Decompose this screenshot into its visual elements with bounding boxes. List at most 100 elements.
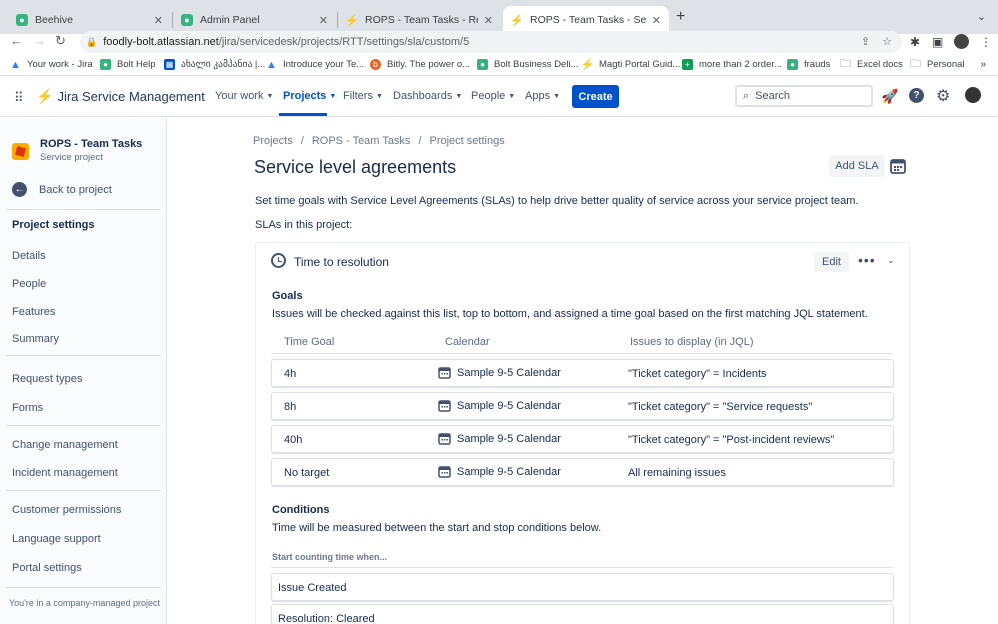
bookmark-label: Personal [927,59,965,70]
user-avatar[interactable] [965,87,981,103]
more-bookmarks-icon[interactable]: » [980,59,986,70]
side-panel-icon[interactable]: ▣ [932,35,943,49]
search-box[interactable]: ⌕ [735,85,873,107]
create-button[interactable]: Create [572,85,619,108]
sidebar-item-change-management[interactable]: Change management [12,439,118,451]
more-options-icon[interactable]: ••• [858,252,876,268]
nav-apps[interactable]: Apps ▼ [525,90,560,102]
close-icon[interactable]: ✕ [652,14,661,27]
breadcrumb-settings[interactable]: Project settings [430,135,505,147]
back-to-project-link[interactable]: ← Back to project [12,182,112,197]
start-condition-row[interactable]: Resolution: Cleared [271,604,894,624]
gear-icon[interactable]: ⚙ [936,86,950,106]
chevron-down-icon: ▼ [455,92,463,100]
bookmark-introduce[interactable]: ▲ Introduce your Te... [266,58,364,71]
breadcrumb-project[interactable]: ROPS - Team Tasks [312,135,411,147]
bookmark-excel-docs[interactable]: 🗀 Excel docs [840,58,903,70]
goal-row[interactable]: No target Sample 9-5 Calendar All remain… [271,458,894,486]
goal-jql: All remaining issues [628,467,726,479]
goal-calendar: Sample 9-5 Calendar [438,432,561,445]
jira-triangle-icon: ▲ [266,58,277,71]
edit-sla-button[interactable]: Edit [814,252,849,272]
bookmark-your-work[interactable]: ▲ Your work - Jira [10,58,93,71]
column-header-calendar: Calendar [445,336,490,348]
bookmark-frauds[interactable]: ● frauds [787,59,830,70]
notifications-rocket-icon[interactable]: 🚀 [881,88,898,105]
close-icon[interactable]: ✕ [154,14,163,27]
project-name[interactable]: ROPS - Team Tasks [40,138,142,150]
extensions-puzzle-icon[interactable]: ✱ [910,35,920,49]
address-bar[interactable]: 🔒 foodly-bolt.atlassian.net/jira/service… [80,31,902,53]
goal-row[interactable]: 4h Sample 9-5 Calendar "Ticket category"… [271,359,894,387]
nav-projects[interactable]: Projects ▼ [283,90,336,102]
goal-calendar: Sample 9-5 Calendar [438,366,561,379]
back-arrow-icon[interactable]: ← [10,33,23,48]
forward-arrow-icon[interactable]: → [33,33,46,48]
location-pin-icon: ● [477,59,488,70]
sidebar-item-forms[interactable]: Forms [12,402,43,414]
jira-bolt-icon: ⚡ [345,14,359,27]
goal-row[interactable]: 8h Sample 9-5 Calendar "Ticket category"… [271,392,894,420]
sidebar-item-people[interactable]: People [12,278,46,290]
calendar-icon[interactable] [889,157,907,175]
product-logo[interactable]: ⚡ Jira Service Management [36,88,205,105]
sidebar-item-incident-management[interactable]: Incident management [12,467,118,479]
breadcrumb-projects[interactable]: Projects [253,135,293,147]
close-icon[interactable]: ✕ [484,14,493,27]
browser-tab-admin-panel[interactable]: ● Admin Panel ✕ [173,6,336,34]
nav-people[interactable]: People ▼ [471,90,515,102]
bookmark-star-icon[interactable]: ☆ [882,35,892,48]
calendar-name: Sample 9-5 Calendar [457,399,561,412]
new-tab-plus-icon[interactable]: + [676,8,685,26]
chevron-down-icon[interactable]: ⌄ [977,10,986,23]
chevron-down-icon[interactable]: ⌄ [887,255,895,266]
bitly-icon: b [370,59,381,70]
nav-filters[interactable]: Filters ▼ [343,90,383,102]
nav-dashboards[interactable]: Dashboards ▼ [393,90,462,102]
sidebar-divider [6,209,161,210]
close-icon[interactable]: ✕ [319,14,328,27]
jira-bolt-icon: ⚡ [580,59,595,71]
browser-tab-request-types[interactable]: ⚡ ROPS - Team Tasks - Request t ✕ [338,6,501,34]
browser-tab-service-level[interactable]: ⚡ ROPS - Team Tasks - Service l ✕ [503,6,669,34]
bookmark-orders[interactable]: + more than 2 order... [682,59,782,70]
sidebar-item-features[interactable]: Features [12,306,55,318]
search-input[interactable] [755,90,856,102]
bookmark-campaign[interactable]: ▦ ახალი კამპანია |... [164,59,265,70]
chevron-down-icon: ▼ [329,92,337,100]
bookmark-bolt-business[interactable]: ● Bolt Business Deli... [477,59,578,70]
help-icon[interactable]: ? [909,88,924,103]
clock-icon [271,253,286,268]
bookmark-personal[interactable]: 🗀 Personal [910,58,965,70]
nav-your-work[interactable]: Your work ▼ [215,90,273,102]
breadcrumb: Projects / ROPS - Team Tasks / Project setti… [253,135,505,147]
goal-jql: "Ticket category" = "Service requests" [628,401,813,413]
browser-tab-beehive[interactable]: ● Beehive ✕ [8,6,171,34]
nav-label: People [471,90,506,102]
sidebar-footer: You're in a company-managed project [9,598,160,608]
sidebar-item-request-types[interactable]: Request types [12,373,82,385]
sidebar-item-details[interactable]: Details [12,250,46,262]
jira-bolt-icon: ⚡ [36,88,54,104]
bookmark-bitly[interactable]: b Bitly. The power o... [370,59,470,70]
goal-time: 4h [284,368,297,380]
bookmark-magti[interactable]: ⚡ Magti Portal Guid... [580,59,681,71]
jira-triangle-icon: ▲ [10,58,21,71]
bookmark-bolt-help[interactable]: ● Bolt Help [100,59,156,70]
browser-profile-avatar[interactable] [954,34,969,49]
add-sla-button[interactable]: Add SLA [829,155,885,177]
sidebar-item-customer-permissions[interactable]: Customer permissions [12,504,121,516]
start-condition-row[interactable]: Issue Created [271,573,894,601]
reload-icon[interactable]: ↻ [55,33,66,49]
browser-menu-icon[interactable]: ⋮ [980,35,992,49]
sidebar-item-summary[interactable]: Summary [12,333,59,345]
sidebar-item-portal-settings[interactable]: Portal settings [12,562,82,574]
sidebar-item-language-support[interactable]: Language support [12,533,101,545]
nav-label: Apps [525,90,551,102]
intro-text: Set time goals with Service Level Agreem… [255,195,859,207]
bookmark-label: Your work - Jira [27,59,93,70]
app-switcher-icon[interactable]: ⠿ [14,90,24,106]
goals-description: Issues will be checked against this list… [272,308,868,320]
share-icon[interactable]: ⇪ [861,35,870,48]
goal-row[interactable]: 40h Sample 9-5 Calendar "Ticket category… [271,425,894,453]
